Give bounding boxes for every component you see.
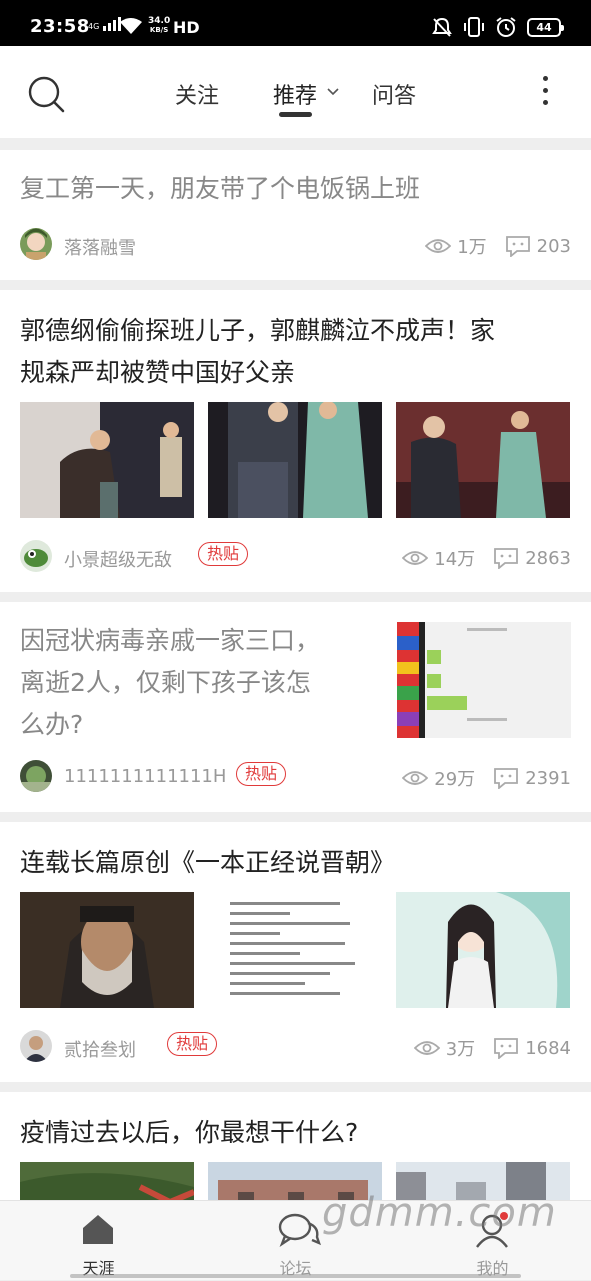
view-count: 1万 <box>457 237 487 258</box>
post-meta: 1111111111111H 热贴 29万 2391 <box>20 760 571 794</box>
comment-count: 1684 <box>525 1037 571 1059</box>
post-thumbnail[interactable] <box>20 892 194 1008</box>
author-name[interactable]: 贰拾叁划 <box>64 1036 136 1062</box>
bottom-nav-tianya[interactable]: 天涯 <box>0 1201 197 1281</box>
comment-icon <box>494 1038 519 1059</box>
feed-card[interactable]: 因冠状病毒亲戚一家三口， 离逝2人，仅剩下孩子该怎 么办? 1111111111… <box>0 602 591 812</box>
avatar[interactable] <box>20 760 52 792</box>
post-thumbnail[interactable] <box>20 1162 194 1200</box>
post-thumbnail[interactable] <box>396 892 570 1008</box>
post-stats: 29万 2391 <box>402 765 571 791</box>
feed-card[interactable]: 郭德纲偷偷探班儿子，郭麒麟泣不成声！家 规森严却被赞中国好父亲 小景超级无敌 热… <box>0 290 591 592</box>
chevron-down-icon[interactable] <box>327 88 339 96</box>
post-stats: 3万 1684 <box>413 1035 571 1061</box>
network-speed: 34.0 KB/S <box>148 16 171 35</box>
avatar[interactable] <box>20 1030 52 1062</box>
post-thumbnail[interactable] <box>208 892 382 1008</box>
hot-badge: 热贴 <box>167 1032 218 1056</box>
eye-icon <box>402 551 429 565</box>
post-title[interactable]: 复工第一天，朋友带了个电饭锅上班 <box>20 168 420 210</box>
top-nav: 关注 推荐 问答 <box>0 46 591 138</box>
post-title[interactable]: 疫情过去以后，你最想干什么? <box>20 1112 358 1154</box>
watermark: gdmm.com <box>322 1190 557 1236</box>
comment-count: 203 <box>536 235 571 257</box>
view-count: 29万 <box>434 769 476 790</box>
feed-card[interactable]: 疫情过去以后，你最想干什么? <box>0 1092 591 1200</box>
hot-badge: 热贴 <box>198 542 249 566</box>
home-icon <box>83 1215 113 1244</box>
cellular-signal-icon: 4G <box>88 17 122 31</box>
hot-badge: 热贴 <box>236 762 287 786</box>
eye-icon <box>402 771 429 785</box>
comment-icon <box>494 768 519 789</box>
post-stats: 14万 2863 <box>402 545 571 571</box>
battery-icon: 44 <box>527 17 564 37</box>
post-stats: 1万 203 <box>425 233 571 259</box>
post-meta: 小景超级无敌 热贴 14万 2863 <box>20 540 571 574</box>
post-thumbnail[interactable] <box>20 402 194 518</box>
mute-icon <box>432 17 452 37</box>
avatar[interactable] <box>20 228 52 260</box>
post-title[interactable]: 郭德纲偷偷探班儿子，郭麒麟泣不成声！家 规森严却被赞中国好父亲 <box>20 310 495 394</box>
post-meta: 贰拾叁划 热贴 3万 1684 <box>20 1030 571 1064</box>
tab-follow[interactable]: 关注 <box>175 78 219 110</box>
comment-icon <box>505 236 530 257</box>
comment-count: 2863 <box>525 547 571 569</box>
feed-card[interactable]: 复工第一天，朋友带了个电饭锅上班 落落融雪 1万 203 <box>0 150 591 280</box>
alarm-icon <box>496 17 516 37</box>
comment-count: 2391 <box>525 767 571 789</box>
comment-icon <box>494 548 519 569</box>
tab-qa[interactable]: 问答 <box>372 78 416 110</box>
post-thumbnail[interactable] <box>397 622 571 738</box>
post-title[interactable]: 连载长篇原创《一本正经说晋朝》 <box>20 842 395 884</box>
wifi-icon <box>120 18 142 34</box>
gesture-bar[interactable] <box>70 1274 521 1278</box>
view-count: 14万 <box>434 549 476 570</box>
vibrate-icon <box>464 17 484 37</box>
post-title[interactable]: 因冠状病毒亲戚一家三口， 离逝2人，仅剩下孩子该怎 么办? <box>20 620 320 746</box>
eye-icon <box>425 239 452 253</box>
status-bar: 23:58 4G 34.0 KB/S HD 44 <box>0 0 591 46</box>
author-name[interactable]: 小景超级无敌 <box>64 546 172 572</box>
status-time: 23:58 <box>30 16 90 37</box>
tab-recommend[interactable]: 推荐 <box>273 78 317 110</box>
hd-indicator: HD <box>173 18 200 37</box>
active-tab-indicator <box>279 112 312 117</box>
view-count: 3万 <box>445 1039 476 1060</box>
post-thumbnail[interactable] <box>396 402 570 518</box>
post-images <box>20 892 570 1008</box>
chat-bubbles-icon <box>278 1213 321 1248</box>
author-name[interactable]: 落落融雪 <box>64 234 136 260</box>
eye-icon <box>413 1041 440 1055</box>
avatar[interactable] <box>20 540 52 572</box>
search-icon[interactable] <box>26 74 66 114</box>
post-meta: 落落融雪 1万 203 <box>20 228 571 262</box>
post-images <box>20 402 570 518</box>
author-name[interactable]: 1111111111111H <box>64 766 226 787</box>
more-options-icon[interactable] <box>538 76 552 116</box>
feed-card[interactable]: 连载长篇原创《一本正经说晋朝》 贰拾叁划 热贴 3万 1684 <box>0 822 591 1082</box>
post-thumbnail[interactable] <box>208 402 382 518</box>
